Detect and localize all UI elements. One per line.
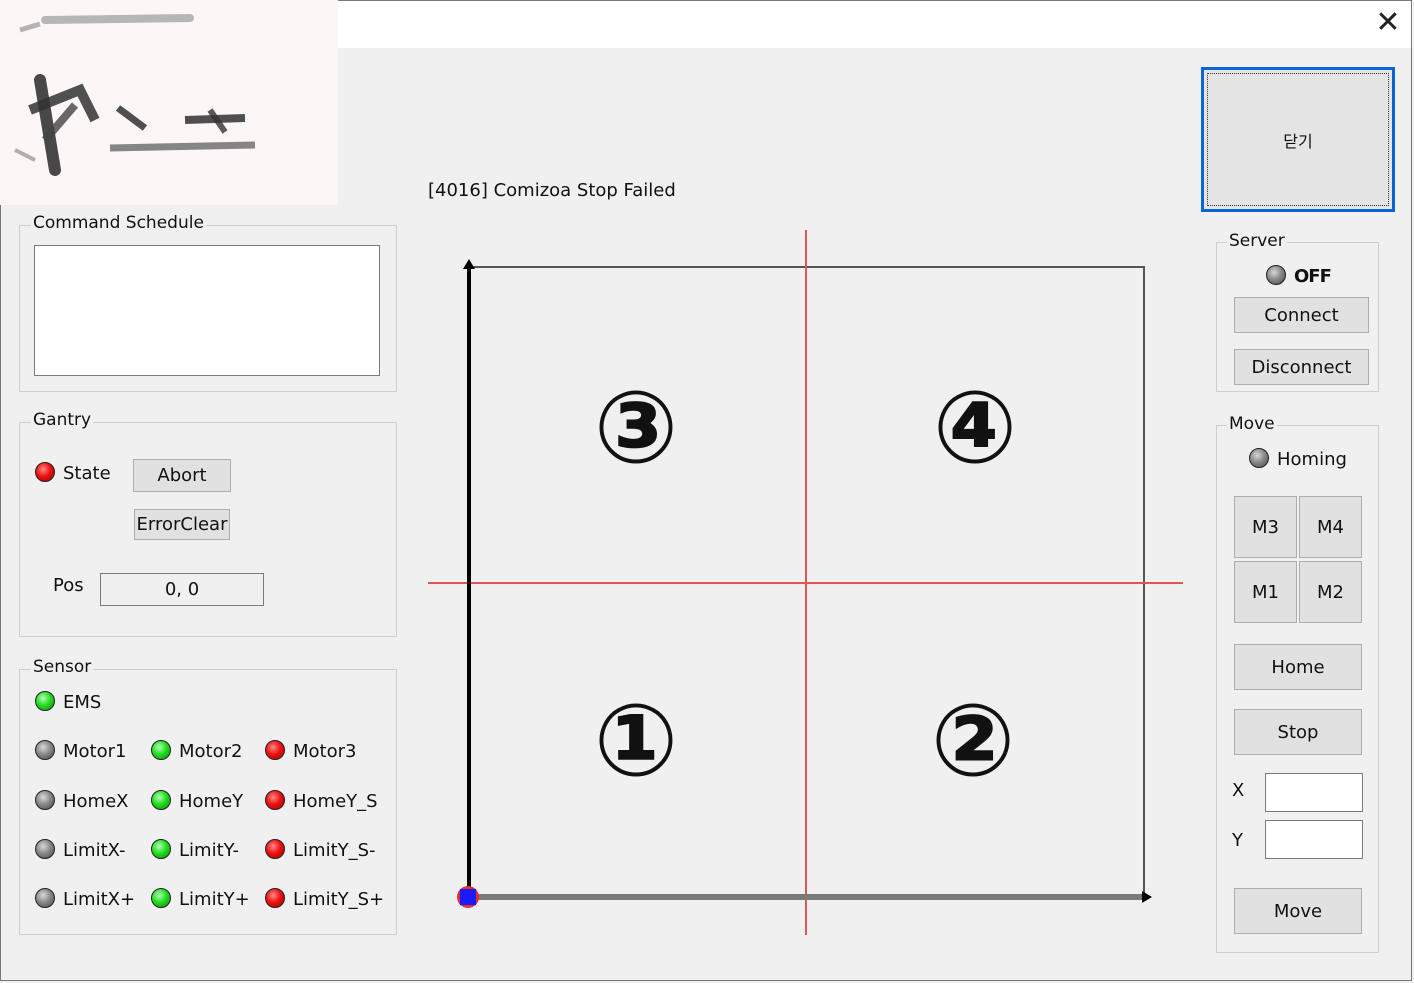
status-message: [4016] Comizoa Stop Failed <box>428 180 676 201</box>
limitx-plus-label: LimitX+ <box>63 889 136 910</box>
gantry-state-led-icon <box>35 462 55 482</box>
limitx-minus-label: LimitX- <box>63 840 126 861</box>
gantry-plot[interactable]: ③ ④ ① ② <box>420 225 1190 940</box>
home-button[interactable]: Home <box>1234 644 1362 690</box>
motor3-led-icon <box>265 740 285 760</box>
stop-button[interactable]: Stop <box>1234 709 1362 755</box>
m3-button[interactable]: M3 <box>1234 496 1297 558</box>
x-input[interactable] <box>1265 773 1363 812</box>
gantry-state-label: State <box>63 463 111 484</box>
server-status-label: OFF <box>1294 266 1332 287</box>
homey-led-icon <box>151 790 171 810</box>
server-status-led-icon <box>1266 265 1286 285</box>
m2-button[interactable]: M2 <box>1299 561 1362 623</box>
limitx-plus-led-icon <box>35 888 55 908</box>
motor1-led-icon <box>35 740 55 760</box>
close-dialog-button[interactable]: 닫기 <box>1201 67 1395 212</box>
pos-label: Pos <box>53 575 84 596</box>
pos-value-field: 0, 0 <box>100 573 264 606</box>
quadrant-1-label: ① <box>594 682 679 799</box>
limity-s-plus-label: LimitY_S+ <box>293 889 385 910</box>
motor2-led-icon <box>151 740 171 760</box>
limity-minus-led-icon <box>151 839 171 859</box>
disconnect-button[interactable]: Disconnect <box>1234 349 1369 385</box>
ems-label: EMS <box>63 692 102 713</box>
connect-button[interactable]: Connect <box>1234 297 1369 333</box>
close-dialog-label: 닫기 <box>1283 131 1313 151</box>
limitx-minus-led-icon <box>35 839 55 859</box>
command-schedule-list[interactable] <box>34 245 380 376</box>
quadrant-2-label: ② <box>931 682 1016 799</box>
logo-image <box>0 0 338 205</box>
limity-s-plus-led-icon <box>265 888 285 908</box>
limity-plus-label: LimitY+ <box>179 889 250 910</box>
x-label: X <box>1232 780 1245 801</box>
y-input[interactable] <box>1265 820 1363 859</box>
quadrant-4-label: ④ <box>933 369 1018 486</box>
x-axis-arrow-icon <box>1142 891 1152 903</box>
server-title: Server <box>1227 231 1287 251</box>
homex-label: HomeX <box>63 791 129 812</box>
quadrant-3-label: ③ <box>594 369 679 486</box>
m1-button[interactable]: M1 <box>1234 561 1297 623</box>
homing-label: Homing <box>1277 449 1347 470</box>
m4-button[interactable]: M4 <box>1299 496 1362 558</box>
motor3-label: Motor3 <box>293 741 357 762</box>
y-axis-arrow-icon <box>463 259 475 269</box>
move-button[interactable]: Move <box>1234 888 1362 934</box>
homey-label: HomeY <box>179 791 244 812</box>
homex-led-icon <box>35 790 55 810</box>
ems-led-icon <box>35 691 55 711</box>
y-label: Y <box>1232 830 1243 851</box>
limity-minus-label: LimitY- <box>179 840 239 861</box>
homing-led-icon <box>1249 448 1269 468</box>
homey-s-label: HomeY_S <box>293 791 378 812</box>
motor1-label: Motor1 <box>63 741 127 762</box>
gantry-title: Gantry <box>31 410 94 430</box>
homey-s-led-icon <box>265 790 285 810</box>
error-clear-button[interactable]: ErrorClear <box>134 509 230 540</box>
limity-s-minus-led-icon <box>265 839 285 859</box>
move-title: Move <box>1227 414 1277 434</box>
limity-s-minus-label: LimitY_S- <box>293 840 376 861</box>
abort-button[interactable]: Abort <box>133 459 231 492</box>
command-schedule-title: Command Schedule <box>31 213 206 233</box>
gantry-position-marker <box>460 889 476 905</box>
limity-plus-led-icon <box>151 888 171 908</box>
sensor-title: Sensor <box>31 657 94 677</box>
motor2-label: Motor2 <box>179 741 243 762</box>
